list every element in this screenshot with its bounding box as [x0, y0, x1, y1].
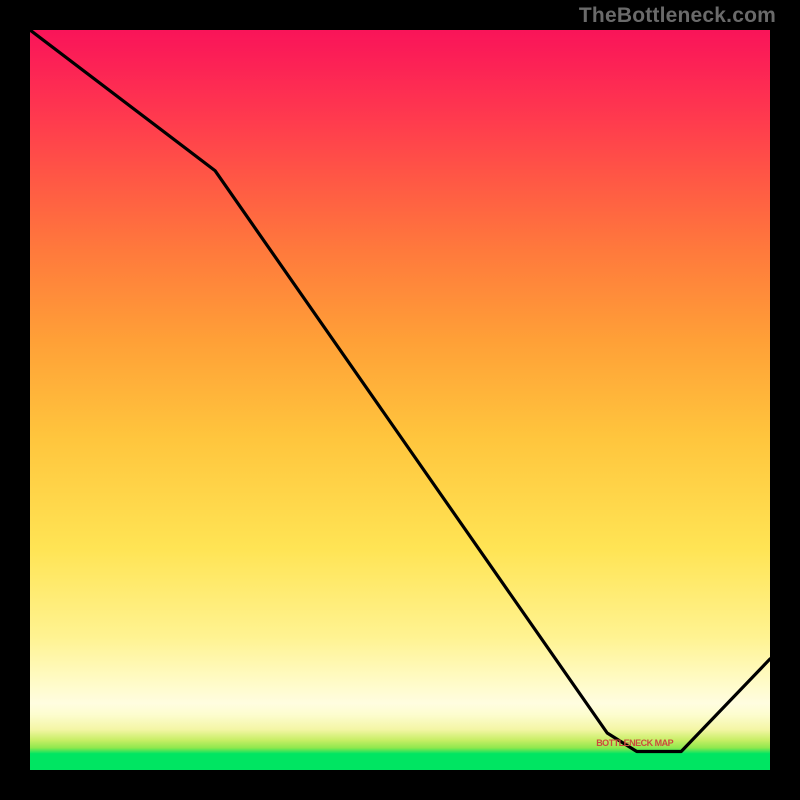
chart-frame: TheBottleneck.com BOTTLENECK MAP: [0, 0, 800, 800]
curve-svg: [30, 30, 770, 770]
watermark-text: TheBottleneck.com: [579, 4, 776, 28]
plot-area: BOTTLENECK MAP: [30, 30, 770, 770]
bottleneck-curve: [30, 30, 770, 752]
min-label-text: BOTTLENECK MAP: [596, 738, 673, 748]
